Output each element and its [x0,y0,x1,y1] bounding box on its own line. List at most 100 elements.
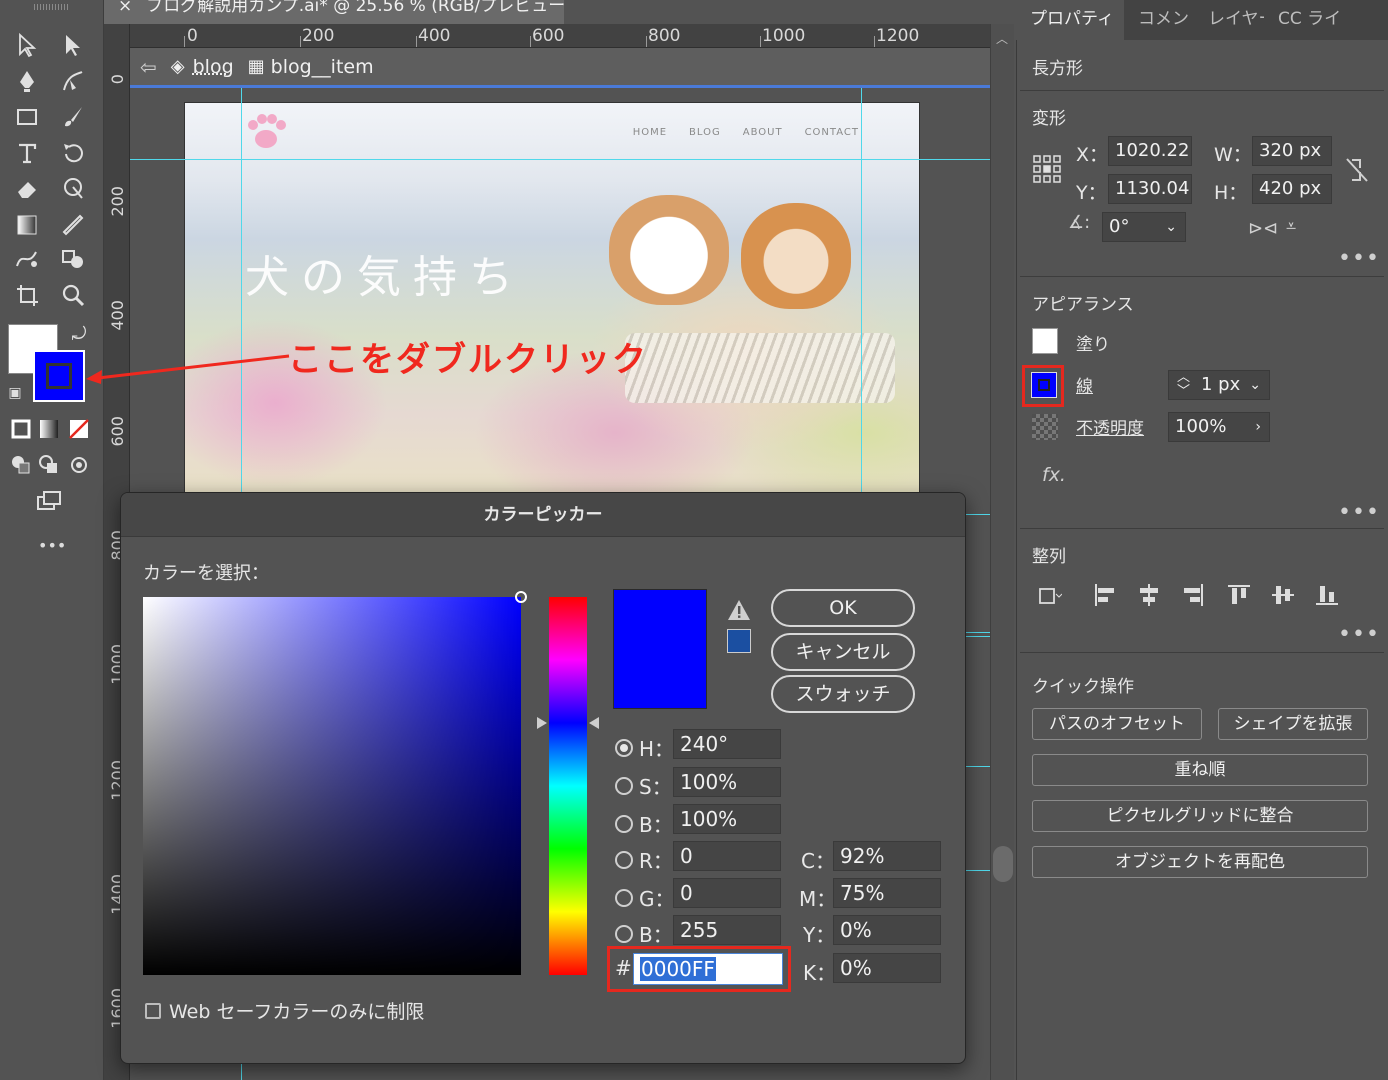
out-of-gamut-warning-icon[interactable] [727,599,751,621]
selection-tool-icon[interactable] [12,30,42,60]
align-right-icon[interactable] [1180,582,1206,608]
width-field[interactable]: 320 px [1252,136,1332,166]
black-field[interactable]: 0% [833,953,941,983]
document-tab[interactable]: × ブログ解説用カンプ.ai* @ 25.56 % (RGB/プレビュー) [104,0,564,24]
brightness-field[interactable]: 100% [673,804,781,834]
cancel-button[interactable]: キャンセル [771,633,915,671]
red-radio[interactable] [615,850,633,869]
saturation-brightness-field[interactable] [143,591,527,975]
chevron-right-icon[interactable]: › [1255,413,1261,441]
chevron-down-icon[interactable]: ⌄ [1249,371,1261,399]
direct-selection-tool-icon[interactable] [58,30,88,60]
hue-slider[interactable] [549,597,587,975]
arrange-button[interactable]: 重ね順 [1032,754,1368,786]
hue-slider-left-handle[interactable] [537,717,547,729]
screen-mode-icon[interactable] [34,486,64,516]
align-top-icon[interactable] [1226,582,1252,608]
paintbrush-tool-icon[interactable] [58,102,88,132]
more-transform-options-icon[interactable]: ••• [1338,246,1380,271]
guide-horizontal[interactable] [130,159,990,160]
more-appearance-options-icon[interactable]: ••• [1338,500,1380,525]
cyan-field[interactable]: 92% [833,841,941,871]
align-vertical-center-icon[interactable] [1270,582,1296,608]
default-fill-stroke-icon[interactable]: ▣ [0,378,30,408]
color-mode-icon[interactable] [6,414,36,444]
guide-horizontal[interactable] [964,636,990,637]
blue-radio[interactable] [615,924,633,943]
brightness-radio[interactable] [615,814,633,833]
green-radio[interactable] [615,888,633,907]
height-field[interactable]: 420 px [1252,174,1332,204]
panel-grip[interactable] [34,4,68,10]
zoom-tool-icon[interactable] [58,280,88,310]
yellow-field[interactable]: 0% [833,915,941,945]
tab-properties[interactable]: プロパティ [1016,0,1124,40]
x-field[interactable]: 1020.22 [1108,136,1192,166]
nav-about[interactable]: ABOUT [743,127,783,138]
reference-point-icon[interactable] [1032,154,1062,184]
web-safe-checkbox-row[interactable]: Web セーフカラーのみに制限 [145,997,424,1024]
tab-cc-libraries[interactable]: CC ライブラリ [1264,0,1340,40]
y-field[interactable]: 1130.04 [1108,174,1192,204]
gamut-color-swatch[interactable] [727,629,751,653]
shape-builder-tool-icon[interactable] [58,244,88,274]
red-field[interactable]: 0 [673,841,781,871]
back-arrow-icon[interactable]: ⇦ [140,55,157,79]
constrain-proportions-icon[interactable] [1344,156,1370,184]
nav-blog[interactable]: BLOG [689,127,721,138]
guide-horizontal[interactable] [964,514,990,515]
gradient-mode-icon[interactable] [34,414,64,444]
effects-icon[interactable]: fx. [1042,464,1066,486]
draw-inside-icon[interactable] [64,450,94,480]
horizontal-ruler[interactable]: 0 200 400 600 800 1000 1200 [130,24,990,48]
none-mode-icon[interactable] [64,414,94,444]
guide-horizontal[interactable] [964,870,990,871]
guide-vertical[interactable] [861,88,862,498]
swatches-button[interactable]: スウォッチ [771,675,915,713]
type-tool-icon[interactable] [12,138,42,168]
artboard-tool-icon[interactable] [12,280,42,310]
tab-comments[interactable]: コメント [1124,0,1194,40]
close-tab-icon[interactable]: × [118,0,132,16]
breadcrumb-group[interactable]: ▦ blog__item [248,56,374,78]
magenta-field[interactable]: 75% [833,878,941,908]
hue-field[interactable]: 240° [673,729,781,759]
web-safe-checkbox[interactable] [145,1002,161,1019]
breadcrumb-layer[interactable]: ◈ blog [171,56,234,78]
opacity-field[interactable]: 100% › [1168,412,1270,442]
scrollbar-thumb[interactable] [993,846,1013,882]
vertical-scrollbar[interactable]: ︿ [990,24,1014,1080]
align-bottom-icon[interactable] [1314,582,1340,608]
hex-field[interactable]: 0000FF [633,953,783,985]
offset-path-button[interactable]: パスのオフセット [1032,708,1202,740]
hue-radio[interactable] [615,738,633,757]
gradient-tool-icon[interactable] [12,210,42,240]
guide-horizontal[interactable] [964,766,990,767]
align-horizontal-center-icon[interactable] [1136,582,1162,608]
rotate-tool-icon[interactable] [58,138,88,168]
align-left-icon[interactable] [1092,582,1118,608]
saturation-field[interactable]: 100% [673,767,781,797]
more-tools-icon[interactable]: ••• [38,536,66,555]
artboard-preview[interactable]: HOME BLOG ABOUT CONTACT 犬の気持ち [184,102,920,494]
draw-normal-icon[interactable] [6,450,36,480]
more-align-options-icon[interactable]: ••• [1338,622,1380,647]
stroke-swatch[interactable] [33,350,85,402]
stroke-color-swatch[interactable] [1031,372,1057,398]
stepper-icon[interactable]: ︿ ﹀ [1177,371,1190,399]
rectangle-tool-icon[interactable] [12,102,42,132]
color-cursor[interactable] [515,591,527,603]
guide-horizontal[interactable] [964,632,990,633]
pen-tool-icon[interactable] [12,66,42,96]
nav-home[interactable]: HOME [633,127,667,138]
eyedropper-tool-icon[interactable] [58,210,88,240]
blend-tool-icon[interactable] [12,244,42,274]
align-to-icon[interactable] [1036,582,1062,608]
flip-horizontal-icon[interactable]: ⊳⊲ [1248,218,1278,239]
stroke-label[interactable]: 線 [1076,372,1093,397]
hue-slider-right-handle[interactable] [589,717,599,729]
eraser-tool-icon[interactable] [12,174,42,204]
saturation-radio[interactable] [615,776,633,795]
nav-contact[interactable]: CONTACT [805,127,859,138]
scroll-up-icon[interactable]: ︿ [996,30,1008,47]
